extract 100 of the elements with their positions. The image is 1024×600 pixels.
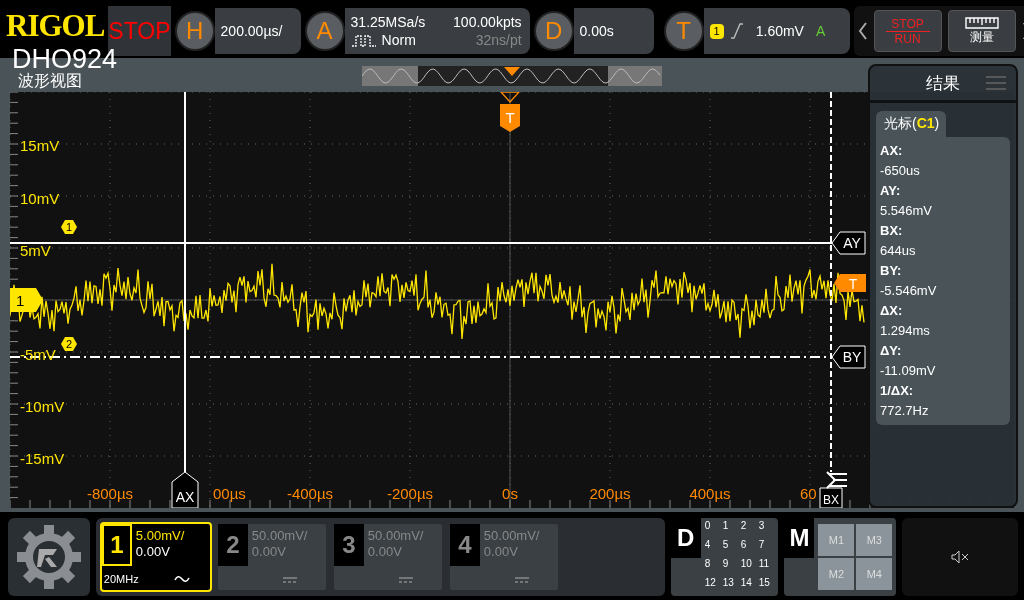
math-key: M [784, 518, 815, 558]
y-axis-label: 15mV [20, 137, 60, 154]
logo-tile[interactable] [8, 518, 90, 596]
waveform-overview[interactable] [362, 66, 662, 86]
channel-scale: 50.00mV/ [367, 528, 424, 543]
chevron-left-icon[interactable] [857, 22, 868, 40]
result-value: 772.7Hz [880, 402, 930, 420]
result-label: ΔY: [880, 342, 903, 360]
result-label: 1/ΔX: [880, 382, 915, 400]
digital-channel: 1 [722, 520, 730, 533]
result-value: -11.09mV [880, 362, 937, 380]
x-axis-label: 60 [800, 485, 817, 502]
result-label: AY: [880, 182, 902, 200]
measure-button[interactable]: 测量 [947, 10, 1016, 52]
reference-marker: 2 [61, 337, 77, 351]
digital-channel: 13 [722, 577, 735, 590]
digital-channel: 12 [704, 577, 717, 590]
trigger-caret-icon [499, 92, 521, 103]
result-value: 5.546mV [880, 202, 934, 220]
x-axis-label: 200µs [589, 485, 631, 502]
reference-marker: 1 [61, 220, 77, 234]
cursor-tab[interactable]: 光标(C1) [876, 111, 946, 137]
trigger-source: 1 [709, 23, 724, 39]
digital-channel: 8 [704, 558, 712, 571]
muted-speaker-icon [951, 550, 970, 564]
memory-depth: 100.00kpts [453, 14, 522, 30]
channel-number: 1 [101, 524, 132, 566]
gear-icon [14, 523, 83, 591]
digital-channel: 6 [740, 539, 748, 552]
digital-channel: 15 [758, 577, 771, 590]
channel-offset: 0.00V [483, 544, 519, 559]
result-label: BX: [880, 222, 904, 240]
y-axis-label: -5mV [20, 346, 56, 363]
ruler-icon [964, 16, 999, 29]
x-axis-label: -400µs [286, 485, 334, 502]
trigger-panel[interactable]: 1 1.60mV A [703, 8, 850, 54]
result-value: 1.294ms [880, 322, 931, 340]
trigger-sweep: A [815, 23, 826, 39]
delay-offset: 0.00s [579, 23, 614, 39]
cursor-marker[interactable]: AY [831, 231, 866, 255]
timebase-scale: 200.00µs/ [220, 23, 283, 39]
cursor-menu-icon[interactable] [826, 471, 848, 489]
x-axis-label: 0s [502, 485, 518, 502]
y-axis-label: 10mV [20, 190, 60, 207]
digital-channel: 4 [704, 539, 712, 552]
trigger-level: 1.60mV [755, 23, 804, 39]
result-value: -650us [880, 162, 921, 180]
channel-scale: 50.00mV/ [251, 528, 308, 543]
acquire-mode: Norm [381, 32, 416, 48]
channel-number: 4 [449, 524, 480, 566]
sound-tile[interactable] [902, 518, 1018, 596]
result-label: AX: [880, 142, 904, 160]
channel-marker[interactable]: 1 [10, 288, 43, 312]
acquire-panel[interactable]: 31.25MSa/s 100.00kpts Norm 32ns/pt [344, 8, 530, 54]
cursor-line[interactable] [830, 92, 832, 473]
digital-card[interactable]: D 0 1 2 3 4 5 6 7 8 9 10 11 12 13 14 15 [670, 518, 779, 596]
digital-channel: 3 [758, 520, 766, 533]
pulse-icon [350, 33, 377, 47]
x-axis-label: -200µs [386, 485, 434, 502]
view-title: 波形视图 [18, 70, 82, 91]
digital-channel: 0 [704, 520, 712, 533]
sample-interval: 32ns/pt [475, 32, 522, 48]
digital-channel: 9 [722, 558, 730, 571]
channel-number: 2 [217, 524, 248, 566]
digital-key: D [670, 518, 701, 558]
result-value: 644us [880, 242, 917, 260]
y-axis-label: -10mV [20, 398, 65, 415]
y-axis-label: -15mV [20, 450, 65, 467]
digital-channel: 10 [740, 558, 753, 571]
results-title: 结果 [926, 72, 960, 95]
result-label: ΔX: [880, 302, 904, 320]
cursor-marker[interactable]: BY [831, 345, 866, 369]
channel-scale: 50.00mV/ [483, 528, 540, 543]
x-axis-label: 00µs [213, 485, 246, 502]
rising-edge-icon [729, 23, 744, 39]
digital-channel: 2 [740, 520, 748, 533]
bandwidth-limit: 20MHz [103, 573, 139, 585]
digital-channel: 14 [740, 577, 753, 590]
dc-coupling-icon [397, 576, 414, 584]
delay-panel[interactable]: 0.00s [573, 8, 654, 54]
dc-coupling-icon [513, 576, 530, 584]
ac-coupling-icon [173, 574, 190, 584]
digital-channel: 5 [722, 539, 730, 552]
cursor-marker[interactable]: BX [819, 487, 843, 508]
channel-offset: 0.00V [251, 544, 287, 559]
result-label: BY: [880, 262, 903, 280]
channel-offset: 0.00V [135, 544, 171, 559]
digital-channel: 7 [758, 539, 766, 552]
horizontal-panel[interactable]: 200.00µs/ [214, 8, 301, 54]
channel-scale: 5.00mV/ [135, 528, 185, 543]
digital-channel: 11 [758, 558, 771, 571]
x-axis-label: 400µs [689, 485, 731, 502]
x-axis-label: -800µs [86, 485, 134, 502]
sample-rate: 31.25MSa/s [350, 14, 426, 30]
cursor-marker[interactable]: AX [171, 471, 199, 508]
channel-number: 3 [333, 524, 364, 566]
channel-offset: 0.00V [367, 544, 403, 559]
y-axis-label: 5mV [20, 242, 51, 259]
brand-logo: RIGOL [6, 7, 105, 45]
result-value: -5.546mV [880, 282, 938, 300]
